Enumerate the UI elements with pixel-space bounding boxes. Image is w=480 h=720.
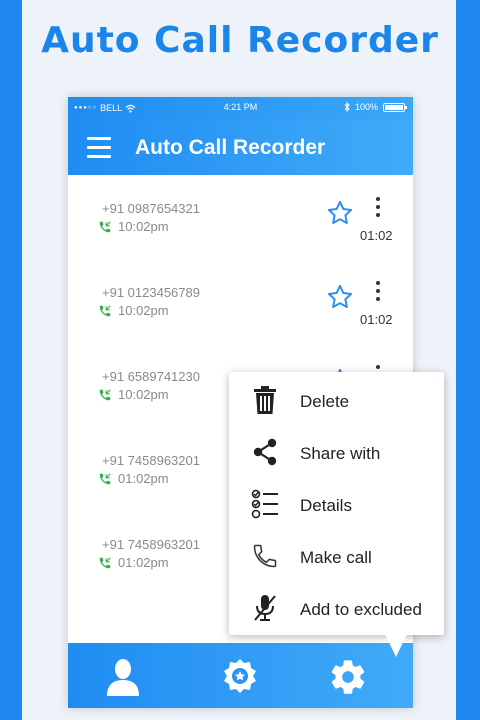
gear-icon [331, 660, 365, 694]
mic-off-icon [249, 592, 281, 624]
user-icon [107, 659, 139, 696]
nav-badge-button[interactable] [218, 655, 262, 699]
menu-item-add-excluded[interactable]: Add to excluded [229, 582, 444, 634]
promo-right-accent [456, 0, 480, 720]
incoming-call-icon [98, 472, 112, 486]
menu-label: Add to excluded [300, 600, 422, 619]
more-options-icon[interactable] [375, 281, 381, 305]
menu-item-make-call[interactable]: Make call [229, 530, 444, 582]
menu-label: Details [300, 496, 352, 515]
trash-icon [249, 384, 281, 416]
more-options-icon[interactable] [375, 197, 381, 221]
share-icon [249, 436, 281, 468]
recording-time: 01:02pm [118, 555, 169, 570]
menu-item-share[interactable]: Share with [229, 426, 444, 478]
incoming-call-icon [98, 556, 112, 570]
app-title: Auto Call Recorder [135, 136, 326, 159]
app-bar: Auto Call Recorder [68, 119, 413, 175]
badge-icon [224, 659, 256, 693]
incoming-call-icon [98, 388, 112, 402]
star-icon[interactable] [325, 283, 355, 311]
recording-row[interactable]: +91 0123456789 10:02pm 01:02 [68, 259, 413, 343]
recording-time: 01:02pm [118, 471, 169, 486]
status-bar: ●●●○○ BELL 4:21 PM 100% [68, 97, 413, 119]
menu-item-delete[interactable]: Delete [229, 374, 444, 426]
menu-label: Share with [300, 444, 381, 463]
details-list-icon [249, 488, 281, 520]
recording-time: 10:02pm [118, 387, 169, 402]
star-icon[interactable] [325, 199, 355, 227]
recording-row[interactable]: +91 0987654321 10:02pm 01:02 [68, 175, 413, 259]
battery-percent: 100% [354, 102, 378, 112]
bluetooth-icon [344, 102, 350, 112]
menu-pointer [385, 634, 407, 657]
hamburger-icon[interactable] [87, 137, 111, 159]
menu-label: Delete [300, 392, 350, 411]
incoming-call-icon [98, 304, 112, 318]
context-menu: Delete Share with Details Make call Add … [229, 372, 444, 635]
nav-profile-button[interactable] [101, 655, 145, 699]
phone-icon [249, 540, 281, 572]
battery-fill [385, 104, 403, 110]
recording-number: +91 0987654321 [102, 201, 200, 216]
recording-duration: 01:02 [360, 228, 393, 243]
recording-number: +91 6589741230 [102, 369, 200, 384]
recording-number: +91 7458963201 [102, 453, 200, 468]
recording-duration: 01:02 [360, 312, 393, 327]
bottom-nav [68, 643, 413, 708]
menu-item-details[interactable]: Details [229, 478, 444, 530]
battery-icon [383, 102, 407, 112]
recording-number: +91 0123456789 [102, 285, 200, 300]
menu-label: Make call [300, 548, 372, 567]
promo-left-accent [0, 0, 22, 720]
recording-time: 10:02pm [118, 303, 169, 318]
recording-number: +91 7458963201 [102, 537, 200, 552]
nav-settings-button[interactable] [326, 655, 370, 699]
incoming-call-icon [98, 220, 112, 234]
promo-title: Auto Call Recorder [41, 20, 439, 61]
recording-time: 10:02pm [118, 219, 169, 234]
